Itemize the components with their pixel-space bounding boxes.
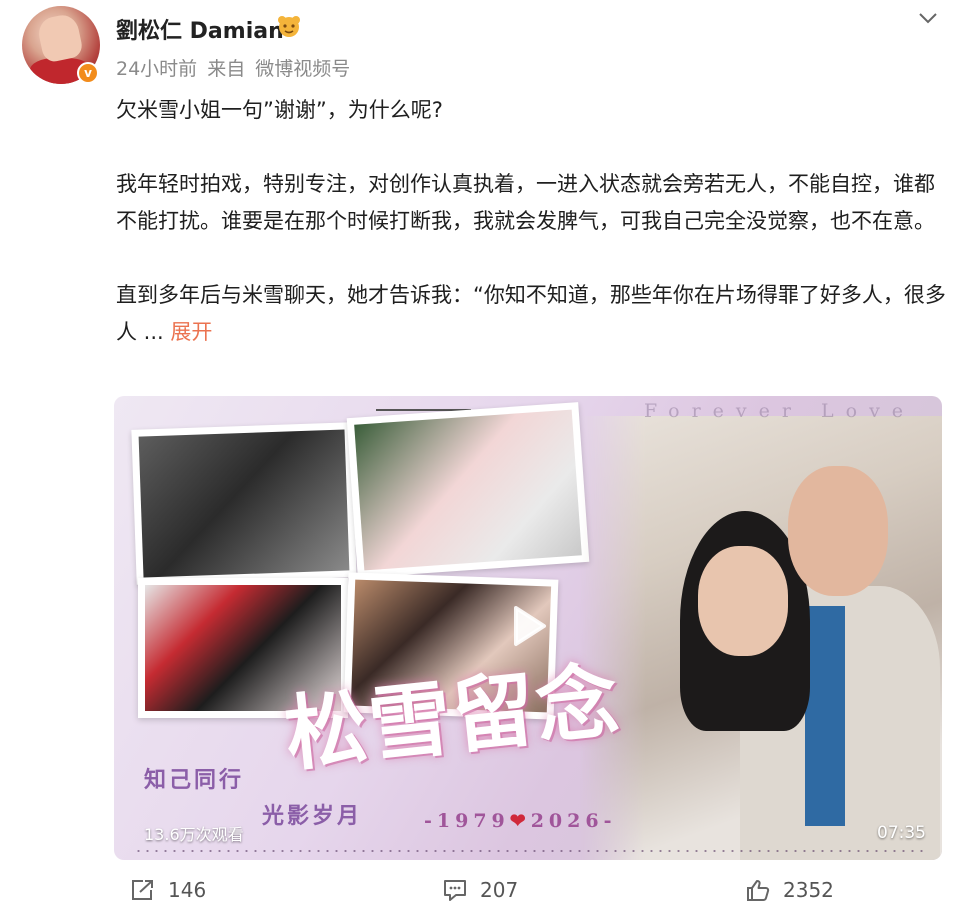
main-photo [580, 416, 942, 860]
post-paragraph-text: 直到多年后与米雪聊天，她才告诉我：“你知不知道，那些年你在片场得罪了好多人，很多… [116, 283, 946, 344]
video-subtitle-1: 知己同行 [144, 768, 245, 793]
collage-photo [346, 402, 590, 578]
post-source[interactable]: 微博视频号 [255, 58, 350, 80]
avatar-hand [35, 12, 85, 64]
expand-link[interactable]: 展开 [170, 320, 212, 344]
fan-badge-icon[interactable] [274, 13, 304, 39]
share-count: 146 [168, 878, 207, 902]
like-count: 2352 [783, 878, 834, 902]
post-text: 欠米雪小姐一句”谢谢”，为什么呢? 我年轻时拍戏，特别专注，对创作认真执着，一进… [116, 92, 946, 351]
comment-count: 207 [480, 878, 519, 902]
post-paragraph: 直到多年后与米雪聊天，她才告诉我：“你知不知道，那些年你在片场得罪了好多人，很多… [116, 277, 946, 351]
play-icon[interactable] [504, 602, 552, 650]
thumbs-up-icon [747, 880, 770, 901]
post-paragraph: 我年轻时拍戏，特别专注，对创作认真执着，一进入状态就会旁若无人，不能自控，谁都不… [116, 172, 935, 233]
years-start: -1979 [424, 810, 510, 832]
video-subtitle-2: 光影岁月 [262, 804, 363, 829]
share-icon [132, 880, 153, 900]
chevron-down-icon[interactable] [916, 8, 940, 28]
source-prefix: 来自 [207, 58, 246, 80]
collage-photo [131, 422, 357, 585]
video-duration: 07:35 [877, 823, 926, 843]
verified-icon: v [77, 62, 99, 84]
post-time: 24小时前 [116, 58, 198, 80]
post-meta: 24小时前 来自 微博视频号 [116, 54, 354, 81]
video-player[interactable]: Forever Love 松雪留念 知己同行 光影岁月 -1979❤2026- … [114, 396, 942, 860]
video-overlay-title: Forever Love [644, 400, 916, 422]
view-count: 13.6万次观看 [144, 825, 244, 844]
heart-icon: ❤ [509, 810, 531, 832]
like-button[interactable]: 2352 [745, 878, 834, 902]
years-end: 2026- [530, 810, 617, 832]
action-bar: 146 207 2352 [0, 872, 960, 912]
post-header: v 劉松仁 Damian 24小时前 来自 微博视频号 [0, 0, 960, 95]
video-years: -1979❤2026- [424, 810, 616, 832]
comment-button[interactable]: 207 [442, 878, 518, 902]
progress-dots [134, 850, 924, 852]
comment-icon [444, 880, 466, 901]
username[interactable]: 劉松仁 Damian [116, 13, 284, 45]
share-button[interactable]: 146 [130, 878, 206, 902]
post-paragraph: 欠米雪小姐一句”谢谢”，为什么呢? [116, 98, 443, 122]
